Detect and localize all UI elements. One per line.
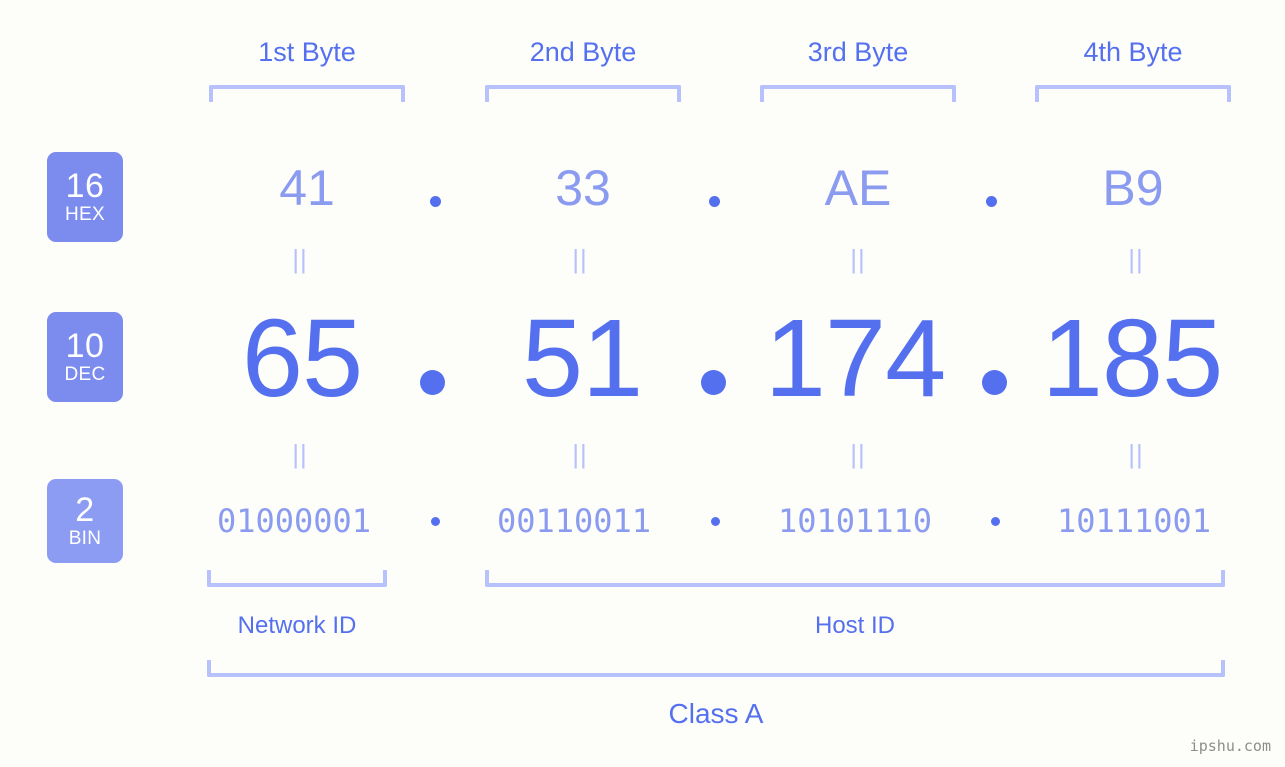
byte-header-label-3: 3rd Byte [807,37,909,67]
equals-sign-hex-dec-4: || [1128,244,1144,274]
hex-separator-dot-2 [709,196,720,207]
host-id-label: Host ID [814,612,895,639]
host-id-bracket [485,570,1225,587]
dec-separator-dot-3 [982,370,1007,395]
equals-sign-hex-dec-3: || [850,244,866,274]
bin-separator-dot-2 [711,517,720,526]
bin-byte-value-3: 10101110 [777,502,933,540]
base-badge-dec: 10 DEC [47,312,123,402]
ip-address-breakdown-diagram: 1st Byte 2nd Byte 3rd Byte 4th Byte 16 H… [0,0,1285,767]
hex-separator-dot-3 [986,196,997,207]
class-label: Class A [668,698,764,729]
bin-separator-dot-1 [431,517,440,526]
base-badge-dec-name: DEC [64,364,106,385]
equals-sign-dec-bin-4: || [1128,439,1144,469]
base-badge-bin-name: BIN [68,528,102,549]
byte-bracket-3 [760,85,956,102]
bin-byte-value-2: 00110011 [496,502,652,540]
equals-sign-hex-dec-2: || [572,244,588,274]
byte-bracket-4 [1035,85,1231,102]
site-watermark: ipshu.com [1189,737,1271,755]
network-id-label: Network ID [237,612,357,639]
hex-separator-dot-1 [430,196,441,207]
base-badge-bin: 2 BIN [47,479,123,563]
base-badge-hex-name: HEX [65,204,105,225]
byte-bracket-1 [209,85,405,102]
dec-byte-value-3: 174 [764,297,947,420]
hex-byte-value-4: B9 [1102,160,1164,216]
dec-separator-dot-2 [701,370,726,395]
hex-byte-value-1: 41 [279,160,335,216]
base-badge-hex: 16 HEX [47,152,123,242]
byte-header-label-1: 1st Byte [258,37,356,67]
hex-byte-value-3: AE [824,160,892,216]
base-badge-hex-number: 16 [65,167,105,205]
byte-bracket-2 [485,85,681,102]
hex-byte-value-2: 33 [555,160,611,216]
base-badge-dec-number: 10 [65,327,105,365]
dec-separator-dot-1 [420,370,445,395]
network-id-bracket [207,570,387,587]
byte-header-label-4: 4th Byte [1083,37,1183,67]
bin-byte-value-1: 01000001 [216,502,372,540]
dec-byte-value-2: 51 [521,297,643,420]
equals-sign-dec-bin-3: || [850,439,866,469]
equals-sign-hex-dec-1: || [292,244,308,274]
byte-header-label-2: 2nd Byte [529,37,637,67]
base-badge-bin-number: 2 [75,491,95,529]
bin-byte-value-4: 10111001 [1056,502,1212,540]
class-bracket [207,660,1225,677]
dec-byte-value-4: 185 [1041,297,1224,420]
bin-separator-dot-3 [991,517,1000,526]
dec-byte-value-1: 65 [241,297,363,420]
equals-sign-dec-bin-1: || [292,439,308,469]
equals-sign-dec-bin-2: || [572,439,588,469]
